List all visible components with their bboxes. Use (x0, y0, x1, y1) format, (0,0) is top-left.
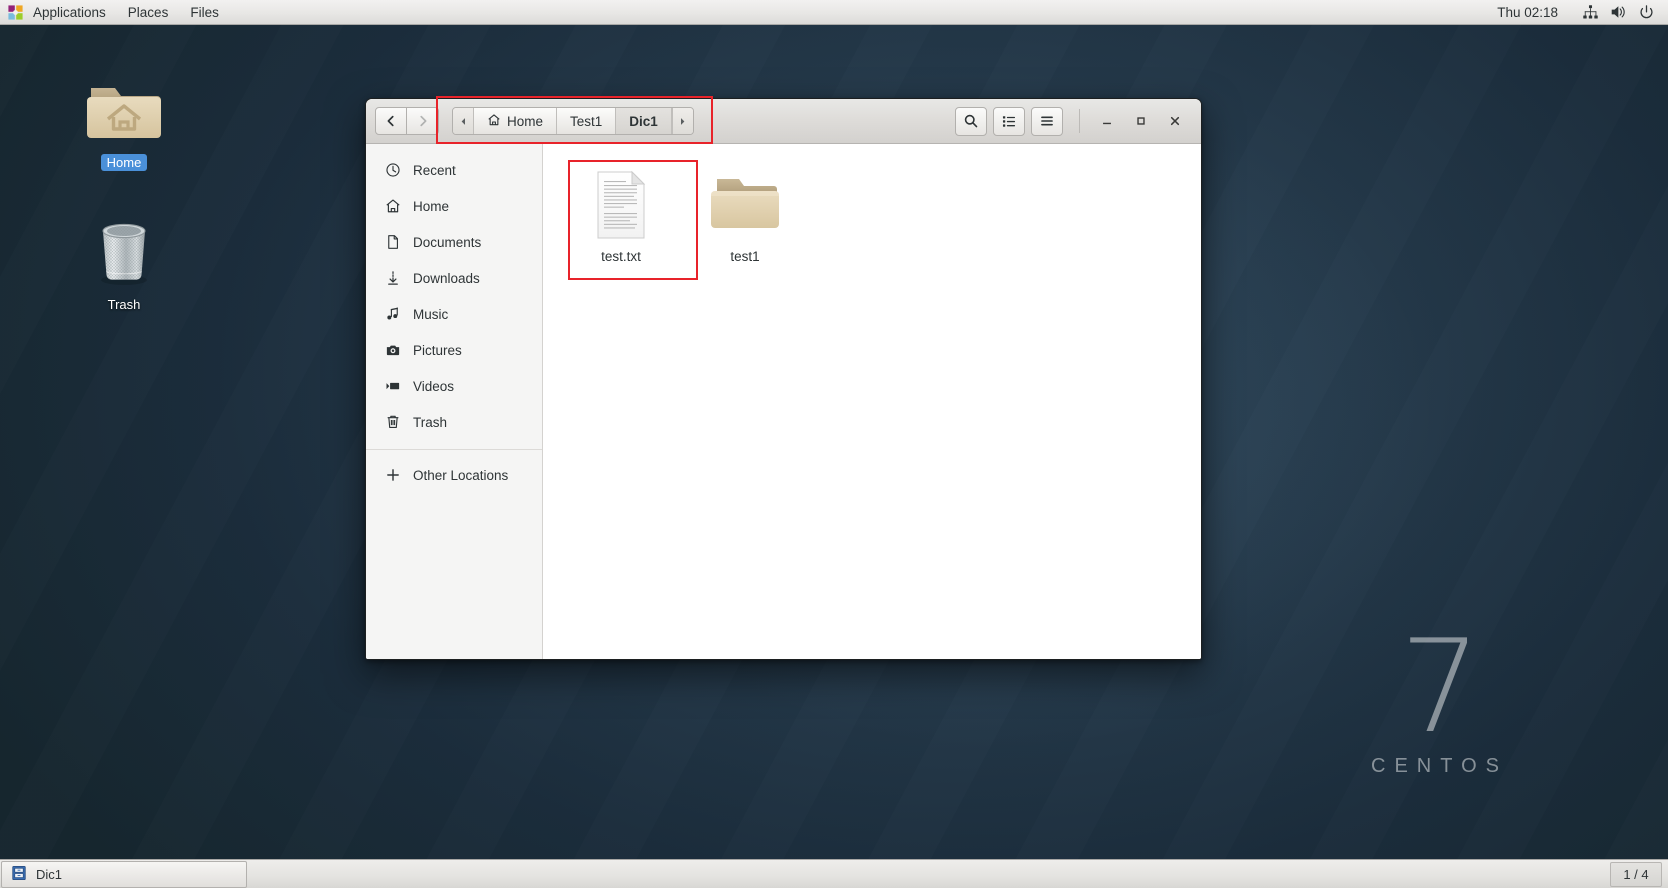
menu-files[interactable]: Files (179, 0, 230, 24)
centos-watermark: 7 CENTOS (1371, 613, 1508, 778)
forward-button[interactable] (407, 107, 439, 135)
sidebar-item-videos[interactable]: Videos (366, 368, 542, 404)
close-button[interactable] (1158, 106, 1192, 136)
menu-places[interactable]: Places (117, 0, 180, 24)
taskbar-button-label: Dic1 (36, 866, 63, 882)
breadcrumb-item-home-label: Home (507, 113, 544, 129)
sidebar-item-trash-label: Trash (413, 414, 448, 430)
workspace-indicator[interactable]: 1 / 4 (1610, 861, 1662, 887)
panel-clock[interactable]: Thu 02:18 (1481, 5, 1574, 20)
breadcrumb-item-test1-label: Test1 (570, 113, 603, 129)
sidebar-item-other-locations[interactable]: Other Locations (366, 457, 542, 493)
sidebar: Recent Home Documents Downloads Music Pi… (366, 144, 543, 659)
window-body: Recent Home Documents Downloads Music Pi… (366, 144, 1201, 659)
chevron-left-icon[interactable] (453, 108, 474, 134)
window-header[interactable]: Home Test1 Dic1 (366, 99, 1201, 144)
download-icon (384, 270, 401, 287)
sidebar-divider (366, 449, 542, 450)
breadcrumb-item-dic1-label: Dic1 (629, 113, 658, 129)
menu-applications[interactable]: Applications (22, 0, 117, 24)
sidebar-item-downloads-label: Downloads (413, 270, 480, 286)
desktop-icon-trash[interactable]: Trash (76, 214, 172, 313)
sidebar-item-music-label: Music (413, 306, 449, 322)
trash-icon (384, 414, 401, 431)
desktop-icon-home-label: Home (100, 154, 148, 171)
file-item-test1[interactable]: test1 (683, 160, 807, 278)
search-button[interactable] (955, 106, 987, 136)
sidebar-item-music[interactable]: Music (366, 296, 542, 332)
file-manager-icon (11, 865, 27, 884)
watermark-version: 7 (1399, 613, 1481, 763)
breadcrumb[interactable]: Home Test1 Dic1 (452, 107, 694, 135)
sidebar-item-pictures[interactable]: Pictures (366, 332, 542, 368)
sidebar-item-recent[interactable]: Recent (366, 152, 542, 188)
sidebar-item-recent-label: Recent (413, 162, 456, 178)
desktop-icon-home[interactable]: Home (76, 72, 172, 171)
desktop-icon-trash-label: Trash (107, 297, 141, 312)
breadcrumb-item-home[interactable]: Home (474, 108, 558, 134)
sidebar-item-other-locations-label: Other Locations (413, 467, 509, 483)
navigation-buttons (375, 107, 439, 135)
network-icon[interactable] (1578, 0, 1602, 24)
folder-icon (707, 167, 783, 243)
home-icon (384, 198, 401, 215)
sidebar-item-videos-label: Videos (413, 378, 455, 394)
workspace-indicator-label: 1 / 4 (1623, 866, 1649, 882)
file-item-test-txt-label: test.txt (601, 249, 641, 264)
trash-icon (84, 214, 164, 290)
menu-files-label: Files (190, 4, 219, 20)
view-toggle-button[interactable] (993, 106, 1025, 136)
menu-places-label: Places (127, 4, 169, 20)
music-note-icon (384, 306, 401, 323)
clock-icon (384, 162, 401, 179)
plus-icon (384, 467, 401, 484)
chevron-right-icon[interactable] (671, 108, 693, 134)
menu-applications-label: Applications (33, 4, 106, 20)
header-actions (949, 106, 1192, 136)
home-folder-icon (84, 72, 164, 148)
file-item-test1-label: test1 (730, 249, 760, 264)
taskbar-button-dic1[interactable]: Dic1 (1, 860, 247, 888)
header-separator (1079, 109, 1080, 133)
sidebar-item-documents-label: Documents (413, 234, 482, 250)
sidebar-item-downloads[interactable]: Downloads (366, 260, 542, 296)
breadcrumb-item-test1[interactable]: Test1 (557, 108, 617, 134)
document-icon (384, 234, 401, 251)
breadcrumb-item-dic1[interactable]: Dic1 (616, 108, 672, 134)
power-icon[interactable] (1634, 0, 1658, 24)
sidebar-item-home-label: Home (413, 198, 450, 214)
watermark-word: CENTOS (1371, 755, 1508, 777)
minimize-button[interactable] (1090, 106, 1124, 136)
files-window[interactable]: Home Test1 Dic1 Recent Home Documents Do… (365, 98, 1202, 660)
maximize-button[interactable] (1124, 106, 1158, 136)
video-icon (384, 378, 401, 395)
sidebar-item-home[interactable]: Home (366, 188, 542, 224)
volume-icon[interactable] (1606, 0, 1630, 24)
camera-icon (384, 342, 401, 359)
home-icon (487, 113, 501, 130)
sidebar-item-trash[interactable]: Trash (366, 404, 542, 440)
sidebar-item-documents[interactable]: Documents (366, 224, 542, 260)
menu-button[interactable] (1031, 106, 1063, 136)
bottom-panel: Dic1 1 / 4 (0, 859, 1668, 888)
top-panel: Applications Places Files Thu 02:18 (0, 0, 1668, 25)
text-file-icon (583, 167, 659, 243)
back-button[interactable] (375, 107, 407, 135)
sidebar-item-pictures-label: Pictures (413, 342, 462, 358)
file-item-test-txt[interactable]: test.txt (559, 160, 683, 278)
file-list[interactable]: test.txt test1 (543, 144, 1201, 659)
